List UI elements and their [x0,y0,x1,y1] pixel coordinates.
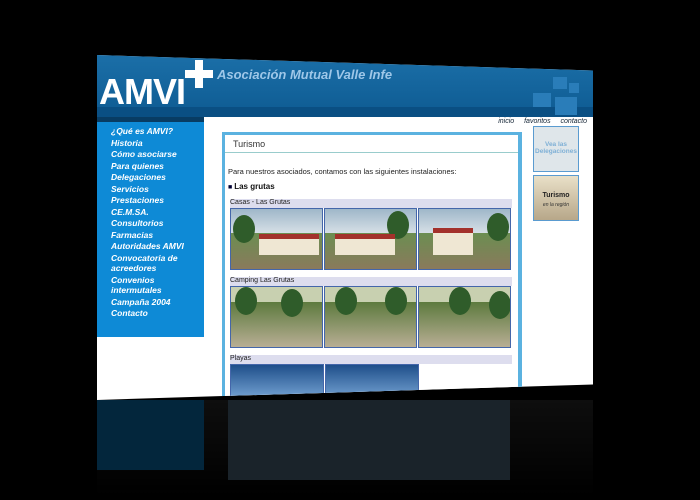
plus-icon [185,60,213,88]
photo-casa-2[interactable] [324,208,417,270]
section-label: Playas [230,355,512,364]
sidebar-item-delegaciones[interactable]: Delegaciones [111,172,204,184]
sidebar-item-historia[interactable]: Historia [111,138,204,150]
sidebar-item-prestaciones[interactable]: Prestaciones [111,195,204,207]
link-inicio[interactable]: inicio [498,118,514,125]
reflection-content [228,400,510,480]
sidebar-item-farmacias[interactable]: Farmacias [111,230,204,242]
section-camping: Camping Las Grutas [230,277,512,348]
reflection-sidebar [97,400,204,470]
content-panel: Turismo Para nuestros asociados, contamo… [222,132,522,400]
sidebar-item-que-es-amvi[interactable]: ¿Qué es AMVI? [111,126,204,138]
section-label: Camping Las Grutas [230,277,512,286]
sidebar-item-como-asociarse[interactable]: Cómo asociarse [111,149,204,161]
photo-camping-2[interactable] [324,286,417,348]
photo-playa-1[interactable] [230,364,324,400]
sidebar-item-servicios[interactable]: Servicios [111,184,204,196]
photo-camping-1[interactable] [230,286,323,348]
turismo-sublabel: en la región [542,202,570,208]
sidebar-item-autoridades[interactable]: Autoridades AMVI [111,241,204,253]
sidebar-item-convenios[interactable]: Convenios intermutales [111,275,204,295]
sidebar-menu: ¿Qué es AMVI? Historia Cómo asociarse Pa… [97,117,204,337]
divider [225,152,518,153]
heading-las-grutas: Las grutas [228,182,274,191]
photo-casa-3[interactable] [418,208,511,270]
photo-playa-2[interactable] [325,364,419,400]
site-header: AMVI Asociación Mutual Valle Infe [97,55,593,117]
delegaciones-label: Vea las Delegaciones [535,141,577,155]
turismo-button[interactable]: Turismo en la región [533,175,579,221]
section-label: Casas - Las Grutas [230,199,512,208]
sidebar-item-campana-2004[interactable]: Campaña 2004 [111,297,204,309]
page-reflection [97,400,593,500]
turismo-label: Turismo [542,192,570,199]
delegaciones-button[interactable]: Vea las Delegaciones [533,126,579,172]
site-title: Asociación Mutual Valle Infe [217,67,393,82]
section-title: Turismo [233,139,266,149]
link-contacto[interactable]: contacto [561,118,587,125]
sidebar-item-contacto[interactable]: Contacto [111,308,204,320]
section-playas: Playas [230,355,512,400]
top-links: inicio favoritos contacto [490,118,587,125]
photo-camping-3[interactable] [418,286,511,348]
sidebar-item-para-quienes[interactable]: Para quienes [111,161,204,173]
sidebar-item-cemsa[interactable]: CE.M.SA. [111,207,204,219]
web-page: AMVI Asociación Mutual Valle Infe inicio… [97,55,593,400]
intro-text: Para nuestros asociados, contamos con la… [228,167,457,176]
sidebar-item-convocatoria[interactable]: Convocatoria de acreedores [111,253,204,273]
section-casas: Casas - Las Grutas [230,199,512,270]
decorative-squares [493,75,593,115]
photo-casa-1[interactable] [230,208,323,270]
site-logo[interactable]: AMVI [99,71,186,113]
sidebar-item-consultorios[interactable]: Consultorios [111,218,204,230]
right-panel: Vea las Delegaciones Turismo en la regió… [533,126,579,224]
link-favoritos[interactable]: favoritos [524,118,550,125]
screen: AMVI Asociación Mutual Valle Infe inicio… [0,0,700,500]
